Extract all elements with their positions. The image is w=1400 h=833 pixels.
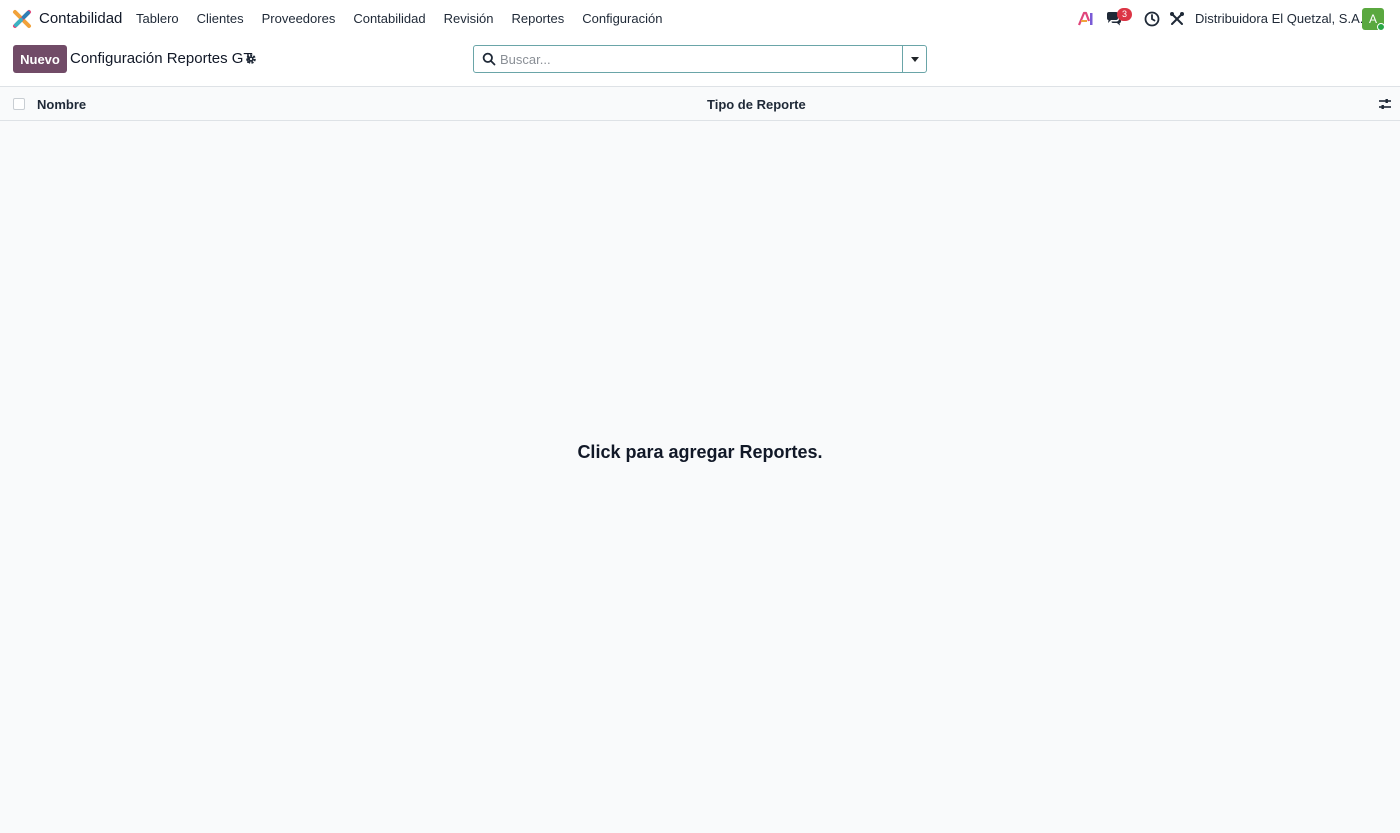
menu-item-reportes[interactable]: Reportes bbox=[502, 0, 573, 38]
menu-item-revision[interactable]: Revisión bbox=[435, 0, 503, 38]
empty-state-message[interactable]: Click para agregar Reportes. bbox=[0, 441, 1400, 463]
page-title[interactable]: Configuración Reportes GT bbox=[70, 50, 253, 68]
chat-badge: 3 bbox=[1117, 8, 1132, 21]
menu-item-tablero[interactable]: Tablero bbox=[127, 0, 188, 38]
ai-assistant-icon[interactable] bbox=[1077, 10, 1095, 28]
search-options-toggle[interactable] bbox=[902, 46, 926, 72]
app-name[interactable]: Contabilidad bbox=[39, 10, 122, 28]
company-switcher[interactable]: Distribuidora El Quetzal, S.A. bbox=[1195, 11, 1363, 27]
activity-clock-icon[interactable] bbox=[1143, 10, 1161, 28]
column-header-nombre[interactable]: Nombre bbox=[37, 97, 86, 112]
caret-down-icon bbox=[911, 57, 919, 62]
menu-item-contabilidad[interactable]: Contabilidad bbox=[344, 0, 434, 38]
search-bar bbox=[473, 45, 927, 73]
column-header-tipo-reporte[interactable]: Tipo de Reporte bbox=[707, 97, 806, 112]
gear-icon[interactable] bbox=[245, 53, 257, 65]
list-header: Nombre Tipo de Reporte bbox=[0, 87, 1400, 121]
select-all-checkbox[interactable] bbox=[13, 98, 25, 110]
search-icon[interactable] bbox=[482, 52, 496, 66]
menu-item-proveedores[interactable]: Proveedores bbox=[253, 0, 345, 38]
menu-item-clientes[interactable]: Clientes bbox=[188, 0, 253, 38]
optional-columns-icon[interactable] bbox=[1378, 97, 1392, 111]
control-panel: Nuevo Configuración Reportes GT bbox=[0, 38, 1400, 87]
new-button[interactable]: Nuevo bbox=[13, 45, 67, 73]
top-navbar: Contabilidad Tablero Clientes Proveedore… bbox=[0, 0, 1400, 38]
search-input[interactable] bbox=[500, 49, 900, 69]
debug-tools-icon[interactable] bbox=[1168, 10, 1186, 28]
main-menu: Tablero Clientes Proveedores Contabilida… bbox=[127, 0, 671, 38]
menu-item-configuracion[interactable]: Configuración bbox=[573, 0, 671, 38]
online-status-dot bbox=[1377, 23, 1385, 31]
accounting-app-icon[interactable] bbox=[12, 9, 32, 29]
